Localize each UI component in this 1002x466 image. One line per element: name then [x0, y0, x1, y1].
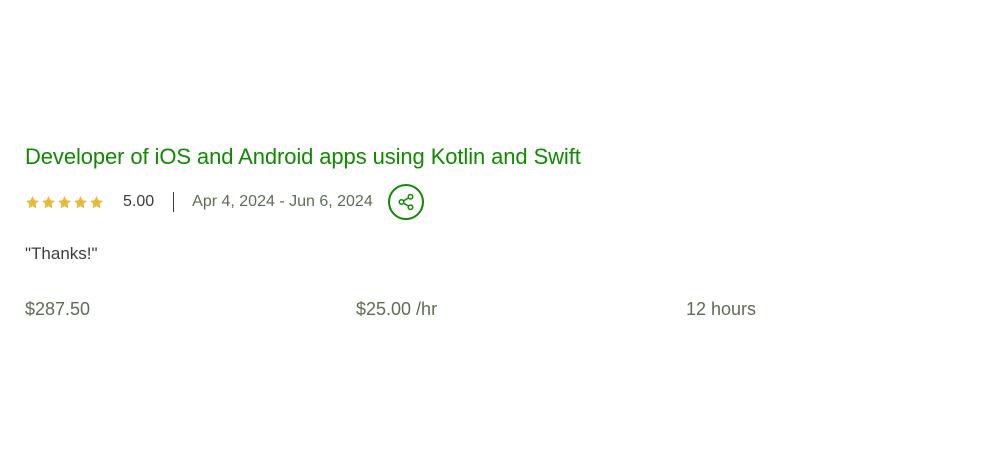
- job-title-link[interactable]: Developer of iOS and Android apps using …: [25, 140, 975, 174]
- rating-stars: [25, 195, 104, 210]
- star-icon: [74, 195, 87, 208]
- share-icon: [398, 193, 414, 211]
- date-range: Apr 4, 2024 - Jun 6, 2024: [192, 193, 373, 210]
- job-stats: $287.50 $25.00 /hr 12 hours: [25, 299, 975, 323]
- job-history-card: Developer of iOS and Android apps using …: [25, 140, 975, 323]
- hourly-rate: $25.00 /hr: [356, 299, 438, 319]
- rating-value: 5.00: [123, 193, 155, 210]
- star-icon: [58, 195, 71, 208]
- share-button[interactable]: [387, 184, 424, 220]
- star-icon: [26, 195, 39, 208]
- divider: [173, 192, 175, 212]
- hours-worked: 12 hours: [686, 299, 757, 319]
- total-earned: $287.50: [25, 299, 91, 319]
- client-feedback: "Thanks!": [25, 244, 98, 263]
- star-icon: [42, 195, 55, 208]
- star-icon: [90, 195, 103, 208]
- job-meta-row: 5.00 Apr 4, 2024 - Jun 6, 2024: [25, 182, 975, 222]
